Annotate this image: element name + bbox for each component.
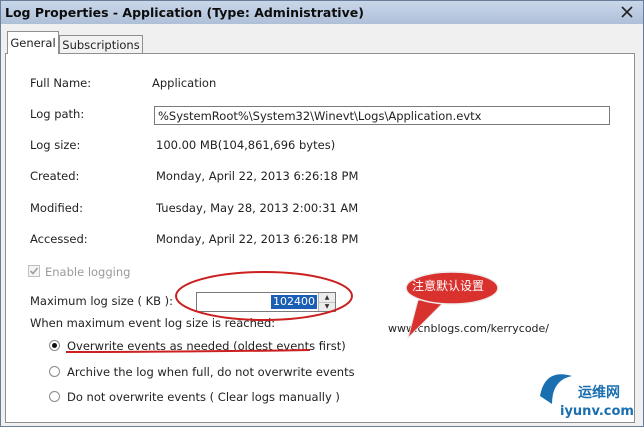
max-size-label: Maximum log size ( KB ): [30, 294, 174, 308]
window-title: Log Properties - Application (Type: Admi… [5, 5, 364, 20]
tab-strip: General Subscriptions [1, 24, 643, 55]
tab-general-label: General [10, 36, 56, 50]
tab-subscriptions-label: Subscriptions [62, 38, 140, 52]
radio-do-not-overwrite[interactable] [49, 391, 60, 402]
full-name-label: Full Name: [30, 76, 92, 90]
general-panel: Full Name: Application Log path: %System… [5, 53, 635, 423]
checkmark-icon [29, 267, 39, 275]
log-size-value: 100.00 MB(104,861,696 bytes) [156, 138, 336, 152]
retention-heading: When maximum event log size is reached: [30, 316, 276, 330]
stepper-buttons: ▲ ▼ [318, 293, 335, 311]
enable-logging-label: Enable logging [45, 265, 131, 279]
radio-archive-label[interactable]: Archive the log when full, do not overwr… [67, 365, 355, 379]
enable-logging-checkbox[interactable] [28, 265, 40, 277]
callout-note: 注意默认设置 [412, 279, 485, 293]
radio-do-not-overwrite-label[interactable]: Do not overwrite events ( Clear logs man… [67, 390, 340, 404]
site-logo-url: iyunv.com [560, 404, 634, 419]
log-properties-window: Log Properties - Application (Type: Admi… [0, 0, 644, 427]
created-label: Created: [30, 169, 80, 183]
title-bar[interactable]: Log Properties - Application (Type: Admi… [1, 1, 643, 25]
close-icon[interactable] [619, 4, 635, 20]
full-name-value: Application [152, 76, 217, 90]
accessed-label: Accessed: [30, 232, 88, 246]
radio-overwrite-label[interactable]: Overwrite events as needed (oldest event… [67, 339, 346, 353]
log-path-field[interactable]: %SystemRoot%\System32\Winevt\Logs\Applic… [154, 106, 610, 125]
radio-overwrite[interactable] [49, 340, 60, 351]
radio-archive[interactable] [49, 366, 60, 377]
log-size-label: Log size: [30, 138, 81, 152]
spin-down-icon[interactable]: ▼ [319, 302, 335, 311]
watermark-text: www.cnblogs.com/kerrycode/ [388, 322, 550, 335]
site-logo-name: 运维网 [578, 385, 620, 401]
tab-subscriptions[interactable]: Subscriptions [59, 35, 143, 55]
modified-label: Modified: [30, 201, 83, 215]
created-value: Monday, April 22, 2013 6:26:18 PM [156, 169, 359, 183]
accessed-value: Monday, April 22, 2013 6:26:18 PM [156, 232, 359, 246]
max-size-stepper[interactable]: 102400 ▲ ▼ [196, 292, 336, 312]
max-size-value[interactable]: 102400 [271, 295, 317, 309]
modified-value: Tuesday, May 28, 2013 2:00:31 AM [156, 201, 359, 215]
tab-general[interactable]: General [7, 31, 59, 54]
log-path-label: Log path: [30, 107, 85, 121]
